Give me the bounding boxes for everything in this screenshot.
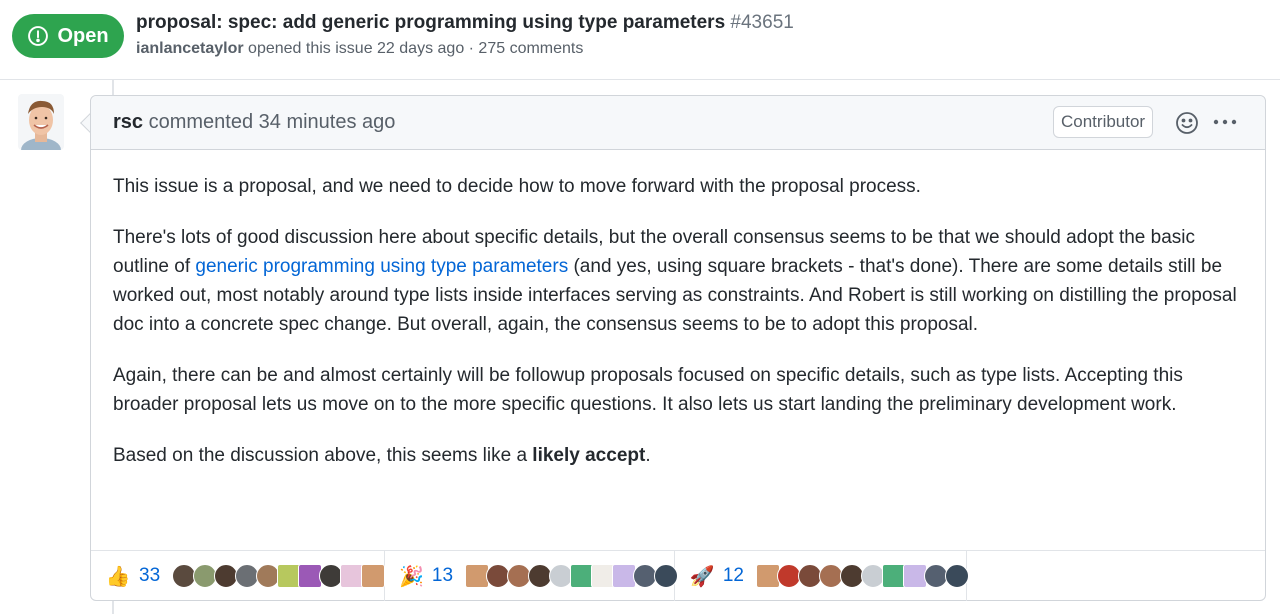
comment-options-button[interactable] — [1211, 108, 1239, 136]
comment-author-line: rsc commented 34 minutes ago — [113, 111, 395, 134]
avatar[interactable] — [18, 94, 64, 150]
paragraph-1: This issue is a proposal, and we need to… — [113, 176, 921, 197]
issue-state-badge: Open — [12, 14, 124, 58]
comment-box: rsc commented 34 minutes ago Contributor… — [90, 95, 1266, 601]
kebab-horizontal-icon — [1213, 119, 1237, 125]
reaction-count: 33 — [139, 565, 161, 586]
tada-icon: 🎉 — [399, 565, 424, 588]
reactions-bar: 👍 33 🎉 13 🚀 12 — [91, 550, 1265, 601]
issue-author-link[interactable]: ianlancetaylor — [136, 40, 244, 57]
reaction-count: 13 — [431, 565, 454, 586]
issue-opened-icon — [28, 26, 49, 46]
issue-title-text: proposal: spec: add generic programming … — [136, 12, 726, 33]
paragraph-4-text-end: . — [645, 445, 651, 466]
paragraph-2: There's lots of good discussion here abo… — [113, 223, 1243, 339]
reaction-rocket[interactable]: 🚀 12 — [675, 551, 969, 601]
generics-design-link[interactable]: generic programming using type parameter… — [195, 256, 568, 277]
comment-author-link[interactable]: rsc — [113, 111, 143, 133]
reactor-avatars — [756, 564, 969, 588]
paragraph-4-text-start: Based on the discussion above, this seem… — [113, 445, 533, 466]
issue-number: #43651 — [730, 12, 794, 33]
comment-body: This issue is a proposal, and we need to… — [113, 172, 1243, 492]
add-reaction-button[interactable] — [1175, 111, 1199, 135]
reactor-avatars — [465, 564, 679, 588]
reaction-tada[interactable]: 🎉 13 — [385, 551, 679, 601]
reactor-avatars — [172, 564, 386, 588]
issue-state-label: Open — [57, 24, 109, 47]
thumbsup-icon: 👍 — [105, 565, 131, 588]
issue-meta-text: opened this issue 22 days ago · 275 comm… — [243, 40, 584, 57]
comment-action-text[interactable]: commented 34 minutes ago — [143, 111, 396, 133]
paragraph-3: Again, there can be and almost certainly… — [113, 365, 1183, 415]
comment-header: rsc commented 34 minutes ago Contributor — [91, 96, 1265, 150]
reaction-thumbsup[interactable]: 👍 33 — [91, 551, 386, 601]
likely-accept-bold: likely accept — [532, 445, 646, 466]
issue-header: Open proposal: spec: add generic program… — [0, 0, 1280, 80]
issue-title: proposal: spec: add generic programming … — [136, 12, 794, 34]
avatar — [945, 564, 969, 588]
contributor-label: Contributor — [1053, 106, 1154, 138]
issue-meta: ianlancetaylor opened this issue 22 days… — [136, 40, 583, 58]
paragraph-4: Based on the discussion above, this seem… — [113, 441, 1243, 470]
smiley-icon — [1176, 112, 1198, 134]
reaction-count: 12 — [722, 565, 744, 586]
rocket-icon: 🚀 — [689, 565, 715, 588]
avatar — [361, 564, 386, 588]
